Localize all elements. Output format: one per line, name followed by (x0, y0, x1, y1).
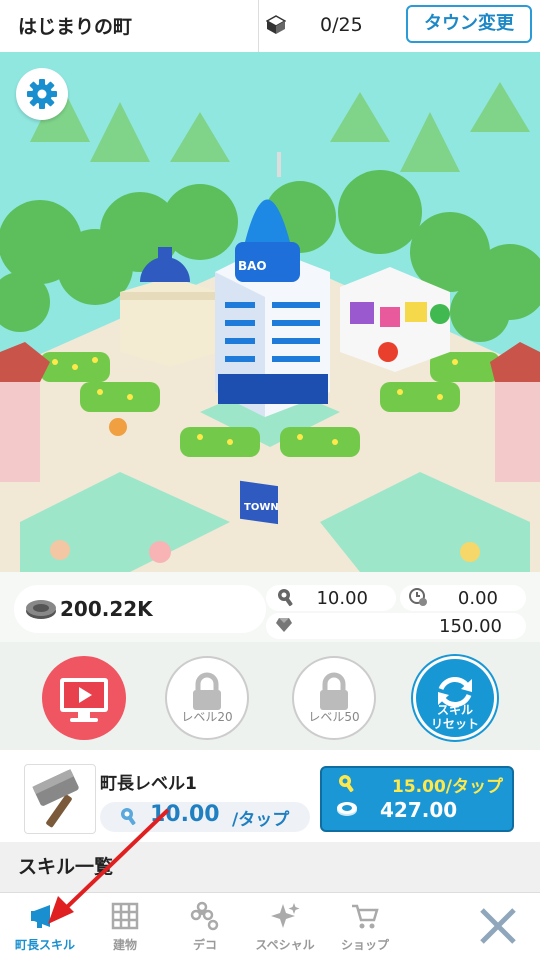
reset-label-line1: スキル (436, 703, 473, 717)
town-name: はじまりの町 (18, 16, 133, 38)
mayor-level-title: 町長レベル1 (100, 774, 197, 794)
header-divider (258, 0, 259, 52)
nav-shop[interactable]: ショップ (322, 895, 408, 959)
coin-icon (337, 802, 357, 816)
cart-icon (352, 904, 379, 929)
coin-total: 200.22K (60, 597, 153, 621)
coin-icon (26, 600, 56, 619)
auto-income-icon (409, 588, 427, 606)
auto-value: 0.00 (457, 588, 498, 609)
upgrade-tap-value: 15.00/タップ (392, 777, 503, 797)
gem-icon (276, 618, 292, 632)
town-scene[interactable]: BAO TOWN (0, 52, 540, 572)
nav-label: 町長スキル (14, 938, 75, 952)
settings-button[interactable] (16, 68, 68, 120)
hammer-icon (32, 769, 79, 828)
locked-skill-level50[interactable] (292, 656, 376, 740)
lock-level50-label: レベル50 (308, 710, 360, 724)
lock-icon (320, 672, 348, 710)
tower-sign: BAO (238, 259, 267, 273)
close-icon[interactable] (470, 898, 526, 954)
hammer-thumbnail (24, 764, 96, 834)
tap-value: 10.00 (316, 588, 368, 609)
skill-reset-label: スキル リセット (413, 703, 497, 731)
change-town-button[interactable]: タウン変更 (406, 5, 532, 43)
nav-mayor-skill[interactable]: 町長スキル (2, 895, 88, 959)
video-icon (60, 678, 108, 722)
skill-list-title: スキル一覧 (18, 856, 114, 878)
nav-label: スペシャル (255, 938, 315, 952)
nav-special[interactable]: スペシャル (242, 895, 328, 959)
lock-icon (193, 672, 221, 710)
town-sign: TOWN (244, 502, 279, 513)
lock-level20-label: レベル20 (181, 710, 233, 724)
tap-icon (339, 775, 354, 793)
gear-icon (27, 79, 57, 109)
gem-value: 150.00 (439, 616, 502, 637)
megaphone-icon (31, 905, 50, 928)
nav-buildings[interactable]: 建物 (82, 895, 168, 959)
reset-label-line2: リセット (430, 717, 479, 731)
collection-progress: 0/25 (320, 14, 363, 36)
nav-label: ショップ (340, 938, 389, 952)
building-icon (111, 902, 139, 930)
watch-video-button[interactable] (42, 656, 126, 740)
upgrade-cost: 427.00 (380, 798, 458, 822)
sparkle-icon (271, 903, 300, 928)
tap-rate-unit: /タップ (232, 810, 290, 830)
town-illustration: BAO TOWN (0, 82, 540, 572)
tap-rate-value: 10.00 (150, 802, 220, 827)
nav-deco[interactable]: デコ (162, 895, 248, 959)
tap-icon (278, 589, 293, 607)
tap-icon (121, 808, 136, 826)
flower-icon (190, 901, 219, 931)
cube-icon (266, 15, 286, 34)
locked-skill-level20[interactable] (165, 656, 249, 740)
nav-label: 建物 (112, 938, 137, 952)
nav-label: デコ (192, 938, 217, 952)
